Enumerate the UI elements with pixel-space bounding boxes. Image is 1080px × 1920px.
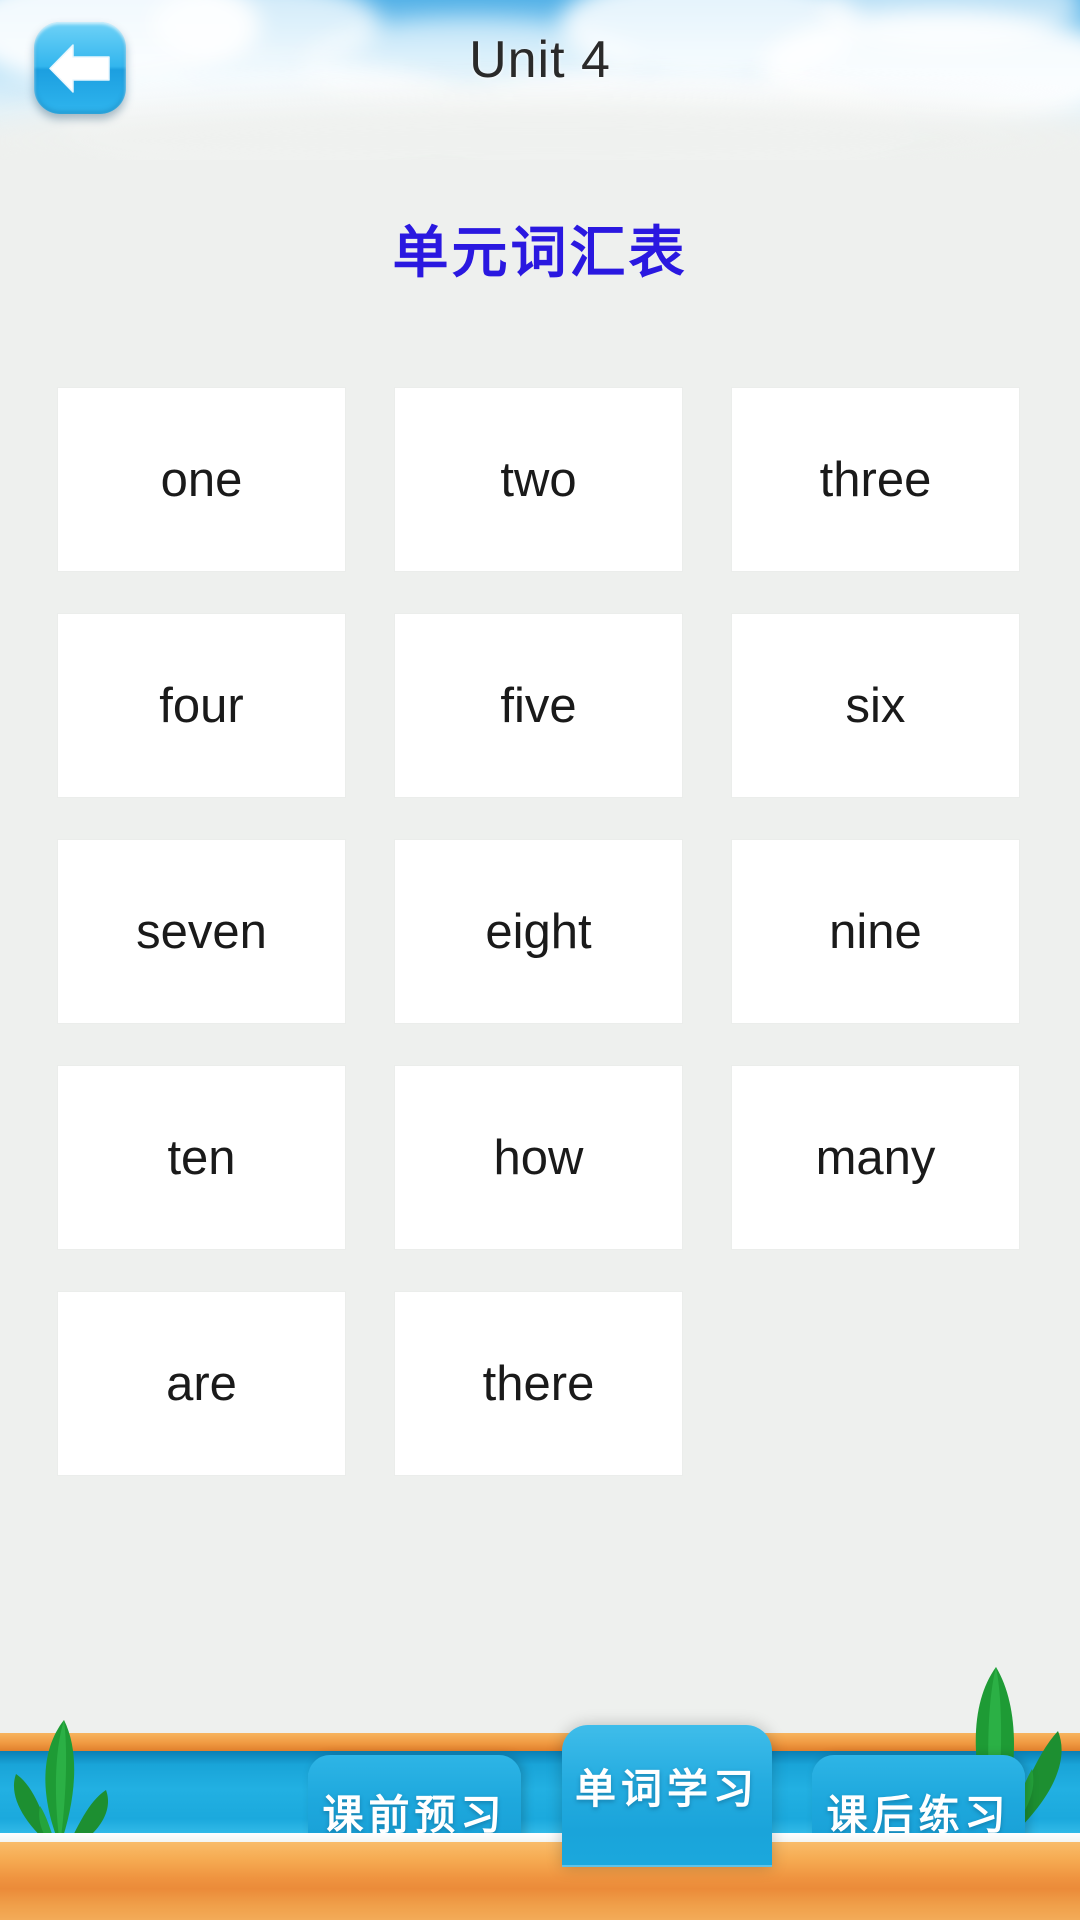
vocabulary-list-heading: 单元词汇表 [392, 221, 688, 284]
word-card[interactable]: six [732, 614, 1019, 797]
page-unit-title: Unit 4 [469, 31, 611, 89]
word-card[interactable]: are [58, 1292, 345, 1475]
bottom-orange-ledge [0, 1842, 1080, 1920]
bottom-navigation-area: 课前预习 单词学习 课后练习 [0, 1667, 1080, 1920]
word-card[interactable]: one [58, 388, 345, 571]
vocabulary-grid: one two three four five six seven eight … [58, 388, 1019, 1475]
word-card[interactable]: eight [395, 840, 682, 1023]
white-divider-stripe [0, 1833, 1080, 1842]
word-card[interactable]: two [395, 388, 682, 571]
word-card[interactable]: four [58, 614, 345, 797]
tab-label: 课前预习 [322, 1792, 507, 1838]
app-root: Unit 4 单元词汇表 one two three four five six… [0, 0, 1080, 1920]
word-card[interactable]: nine [732, 840, 1019, 1023]
word-card[interactable]: ten [58, 1066, 345, 1249]
tab-label: 单词学习 [575, 1766, 759, 1812]
word-card[interactable]: how [395, 1066, 682, 1249]
tab-label: 课后练习 [826, 1792, 1011, 1838]
header-bar: Unit 4 [0, 0, 1080, 160]
tab-word-study-active[interactable]: 单词学习 [562, 1725, 772, 1867]
upper-orange-ledge [0, 1733, 1080, 1751]
word-card-empty-slot [732, 1292, 1019, 1475]
word-card[interactable]: seven [58, 840, 345, 1023]
word-card[interactable]: five [395, 614, 682, 797]
word-card[interactable]: there [395, 1292, 682, 1475]
word-card[interactable]: many [732, 1066, 1019, 1249]
word-card[interactable]: three [732, 388, 1019, 571]
